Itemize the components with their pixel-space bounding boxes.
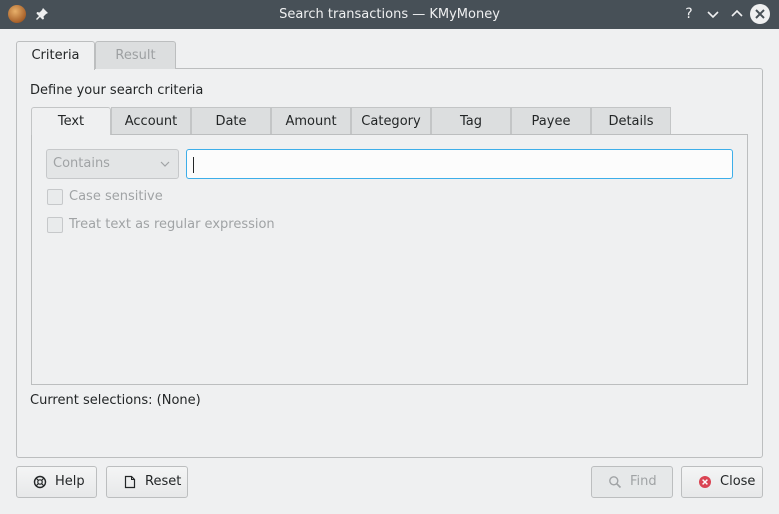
find-label: Find [630, 474, 657, 489]
regex-label: Treat text as regular expression [69, 217, 275, 232]
tab-result[interactable]: Result [95, 41, 176, 69]
search-icon [609, 476, 622, 489]
chevron-down-icon [160, 150, 170, 189]
close-window-button[interactable] [750, 4, 770, 24]
tab-tag[interactable]: Tag [431, 107, 511, 134]
match-mode-select[interactable]: Contains [46, 149, 179, 179]
current-selections: Current selections: (None) [30, 393, 201, 408]
search-text-input[interactable] [186, 149, 733, 179]
text-caret [193, 157, 194, 173]
case-sensitive-checkbox[interactable] [47, 189, 63, 205]
help-button[interactable]: Help [16, 466, 97, 498]
tab-account[interactable]: Account [111, 107, 191, 134]
window-title: Search transactions — KMyMoney [279, 7, 500, 22]
close-circle-icon [699, 476, 711, 488]
document-reset-icon [124, 475, 136, 489]
criteria-heading: Define your search criteria [30, 83, 204, 98]
minimize-icon[interactable] [703, 4, 723, 24]
help-question-icon[interactable]: ? [679, 4, 699, 24]
tab-amount[interactable]: Amount [271, 107, 351, 134]
tab-details[interactable]: Details [591, 107, 671, 134]
find-button[interactable]: Find [591, 466, 673, 498]
lifebuoy-icon [33, 475, 47, 489]
reset-label: Reset [145, 474, 182, 489]
reset-button[interactable]: Reset [106, 466, 188, 498]
match-mode-value: Contains [53, 156, 110, 171]
tab-date[interactable]: Date [191, 107, 271, 134]
title-bar: Search transactions — KMyMoney ? [0, 0, 779, 29]
regex-checkbox[interactable] [47, 217, 63, 233]
tab-criteria[interactable]: Criteria [16, 41, 95, 70]
case-sensitive-label: Case sensitive [69, 189, 163, 204]
help-label: Help [55, 474, 85, 489]
close-icon [755, 9, 765, 19]
tab-category[interactable]: Category [351, 107, 431, 134]
tab-payee[interactable]: Payee [511, 107, 591, 134]
maximize-icon[interactable] [727, 4, 747, 24]
close-button[interactable]: Close [681, 466, 763, 498]
tab-text[interactable]: Text [31, 107, 111, 135]
close-label: Close [720, 474, 756, 489]
